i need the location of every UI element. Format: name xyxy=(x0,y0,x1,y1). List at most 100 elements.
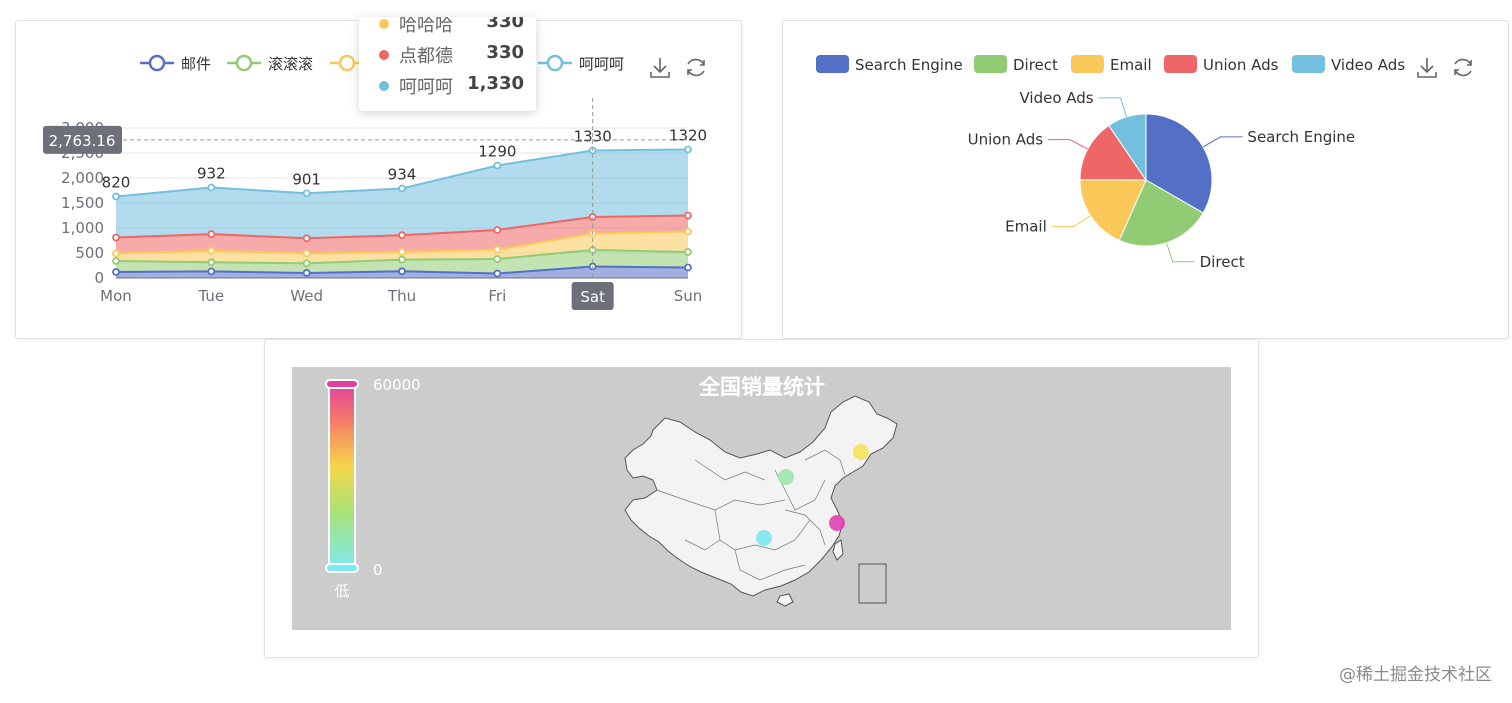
map-point[interactable] xyxy=(829,515,845,531)
pie-chart: Search Engine Direct Email Union Ads Video A… xyxy=(816,55,1472,271)
x-tick-label: Mon xyxy=(100,287,132,305)
download-icon[interactable] xyxy=(650,58,670,78)
pie-label: Email xyxy=(1005,218,1047,236)
tooltip-row-name: 哈哈哈 xyxy=(399,17,453,36)
series-point[interactable] xyxy=(684,227,692,236)
tooltip-row-value: 1,330 xyxy=(467,73,524,94)
data-label: 1320 xyxy=(669,127,707,145)
x-tick-label: Sun xyxy=(674,287,703,305)
series-point[interactable] xyxy=(207,267,216,276)
y-tick-label: 0 xyxy=(94,269,104,287)
pie-label: Video Ads xyxy=(1019,89,1093,107)
legend-label: 邮件 xyxy=(181,55,211,73)
tooltip-row-value: 330 xyxy=(486,42,524,63)
tooltip-dot xyxy=(379,50,389,60)
series-point[interactable] xyxy=(302,259,311,268)
data-label: 820 xyxy=(102,174,131,192)
toolbox xyxy=(1417,58,1472,78)
download-glyph xyxy=(1417,58,1437,78)
refresh-icon[interactable] xyxy=(687,58,705,77)
legend-item[interactable]: 滚滚滚 xyxy=(227,54,313,73)
series-point[interactable] xyxy=(302,189,311,198)
map-point[interactable] xyxy=(853,444,869,460)
series-point[interactable] xyxy=(493,245,502,254)
tooltip-row: 点都德 330 xyxy=(379,42,524,68)
legend-marker xyxy=(546,54,564,72)
series-point[interactable] xyxy=(302,249,311,258)
legend-item[interactable]: Union Ads xyxy=(1164,55,1279,74)
stacked-area-card: 05001,0001,5002,0002,5003,00082093290193… xyxy=(15,17,742,339)
series-point[interactable] xyxy=(207,183,216,192)
series-point[interactable] xyxy=(398,267,406,276)
x-tick-label: Fri xyxy=(488,287,506,305)
axis-pointer-y-text: 2,763.16 xyxy=(49,132,116,150)
download-icon[interactable] xyxy=(1417,58,1437,78)
map-point[interactable] xyxy=(756,530,772,546)
series-point[interactable] xyxy=(493,226,502,234)
series-point[interactable] xyxy=(684,263,692,272)
map-card: 60000 0 低 全国销量统计 xyxy=(264,339,1259,658)
legend-label: 呵呵呵 xyxy=(579,55,624,73)
series-point[interactable] xyxy=(112,233,120,242)
legend-label: Union Ads xyxy=(1203,56,1279,74)
series-point[interactable] xyxy=(398,255,406,264)
legend-item[interactable]: Video Ads xyxy=(1292,55,1405,74)
legend-item[interactable]: Search Engine xyxy=(816,55,963,74)
pie-label-line xyxy=(1166,242,1195,263)
series-point[interactable] xyxy=(112,268,120,276)
legend-item[interactable]: 呵呵呵 xyxy=(538,54,624,73)
series-point[interactable] xyxy=(398,247,406,256)
tooltip-row: 呵呵呵 1,330 xyxy=(379,73,524,99)
y-tick-label: 1,500 xyxy=(61,194,104,212)
legend-swatch xyxy=(1071,55,1104,73)
refresh-glyph xyxy=(687,58,705,77)
pie-label: Union Ads xyxy=(968,131,1044,149)
pie-label-line xyxy=(1202,136,1243,148)
legend-marker xyxy=(148,54,166,72)
series-point[interactable] xyxy=(207,258,216,267)
data-label: 932 xyxy=(197,165,226,183)
series-point[interactable] xyxy=(302,269,311,277)
visual-map-handle-bottom[interactable] xyxy=(325,563,359,573)
refresh-glyph xyxy=(1454,58,1472,77)
series-point[interactable] xyxy=(398,231,406,240)
pie-label: Direct xyxy=(1200,253,1245,271)
watermark: @稀土掘金技术社区 xyxy=(1339,665,1492,685)
refresh-icon[interactable] xyxy=(1454,58,1472,77)
legend-item[interactable]: Email xyxy=(1071,55,1152,74)
series-point[interactable] xyxy=(493,255,502,263)
pie-label-line xyxy=(1051,215,1091,228)
series-point[interactable] xyxy=(493,269,502,278)
series-point[interactable] xyxy=(493,161,502,170)
series-point[interactable] xyxy=(112,249,120,258)
chart-tooltip: 哈哈哈 330 点都德 330 呵呵呵 1,330 xyxy=(359,17,536,111)
axis-pointer-x-label: Sat xyxy=(571,282,614,310)
series-point[interactable] xyxy=(684,248,692,256)
series-point[interactable] xyxy=(302,234,311,243)
series-point[interactable] xyxy=(112,257,120,265)
visual-map-handle-top[interactable] xyxy=(325,379,359,389)
series-point[interactable] xyxy=(207,246,216,255)
legend-item[interactable]: Direct xyxy=(974,55,1058,74)
tooltip-row: 哈哈哈 330 xyxy=(379,17,524,37)
x-tick-label: Tue xyxy=(198,287,225,305)
pie-card: Search Engine Direct Email Union Ads Video A… xyxy=(782,20,1509,339)
legend-label: 滚滚滚 xyxy=(268,55,313,73)
visual-map-max-label: 60000 xyxy=(373,376,421,394)
pie-label-line xyxy=(1048,139,1088,150)
data-label: 901 xyxy=(292,170,321,188)
series-point[interactable] xyxy=(207,230,216,239)
y-tick-label: 1,000 xyxy=(61,219,104,237)
series-point[interactable] xyxy=(684,211,692,220)
series-point[interactable] xyxy=(684,145,692,154)
toolbox xyxy=(650,58,705,78)
series-point[interactable] xyxy=(398,184,406,193)
x-tick-label: Thu xyxy=(387,287,416,305)
series-point[interactable] xyxy=(112,192,120,201)
map-point[interactable] xyxy=(778,469,794,485)
x-tick-label: Wed xyxy=(290,287,323,305)
tooltip-dot xyxy=(379,19,389,29)
pie-label-line xyxy=(1098,97,1128,118)
legend-item[interactable]: 邮件 xyxy=(140,54,211,73)
legend-label: Search Engine xyxy=(855,56,963,74)
